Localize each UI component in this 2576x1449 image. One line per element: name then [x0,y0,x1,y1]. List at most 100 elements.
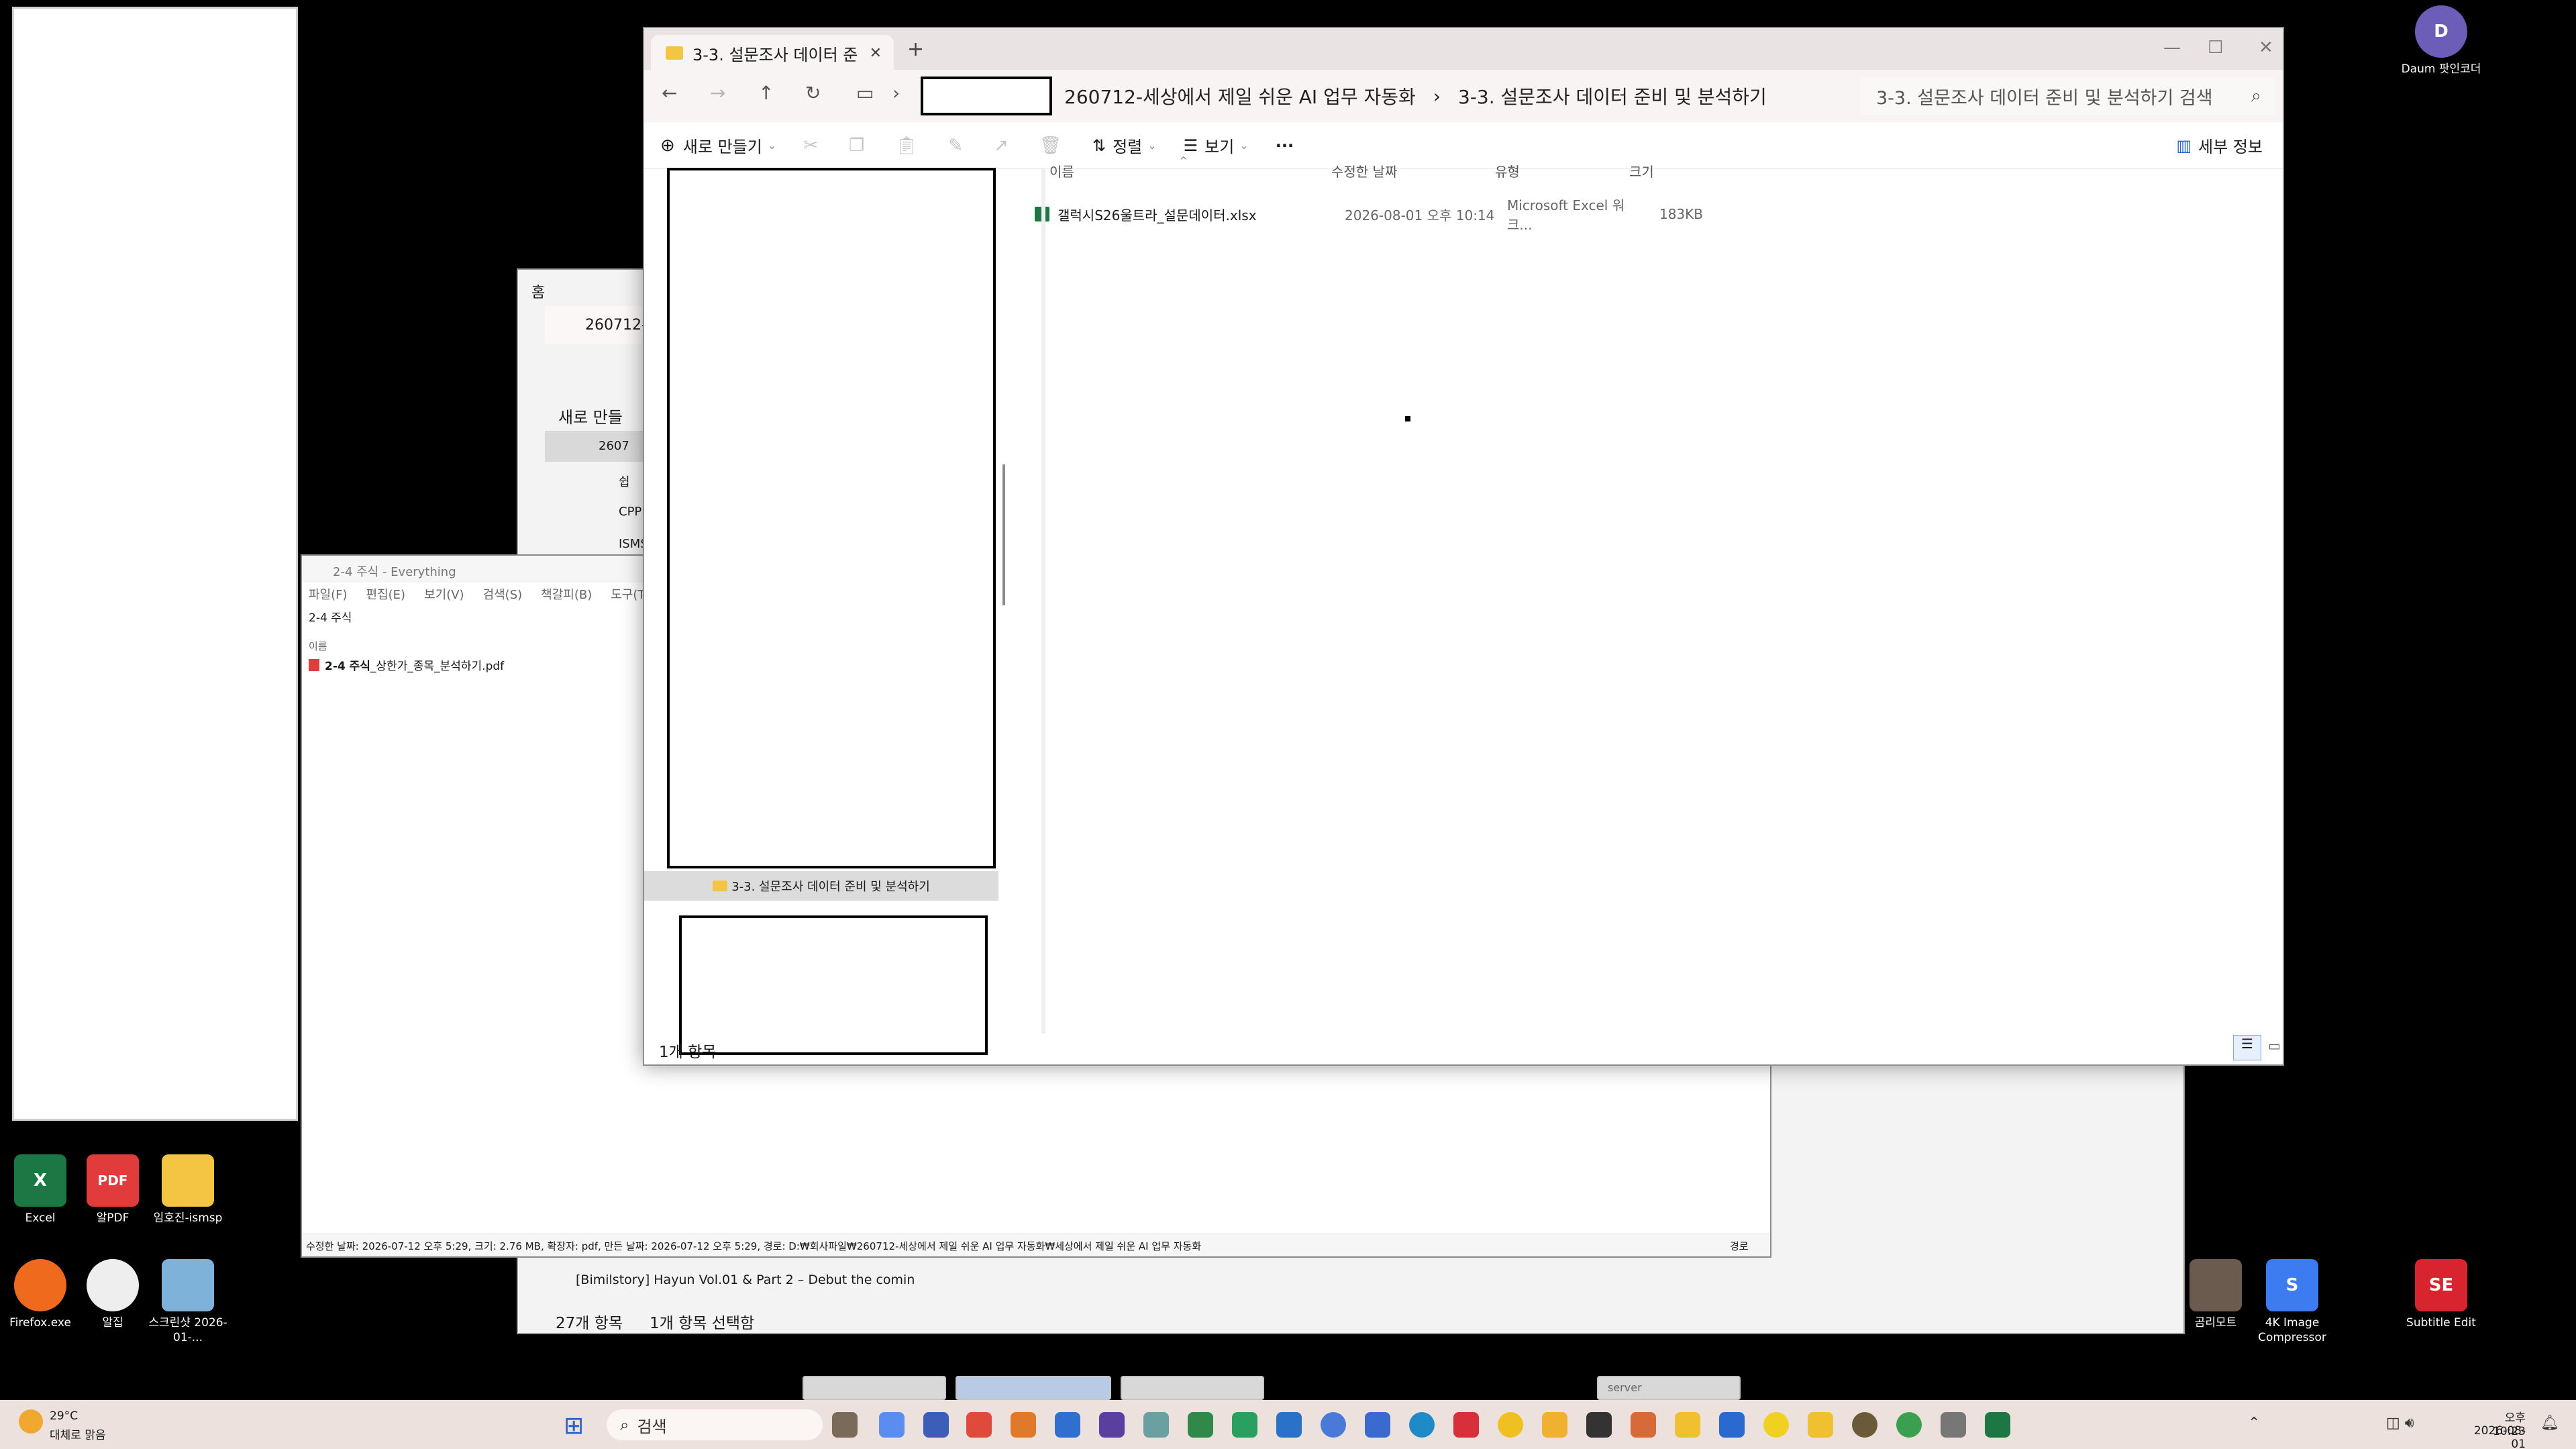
app-icon[interactable] [923,1412,949,1438]
taskbar-search[interactable]: ⌕ 검색 [607,1409,823,1440]
chrome-icon[interactable] [1321,1412,1346,1438]
details-view-toggle[interactable]: ☰ [2233,1035,2261,1060]
menu-search[interactable]: 검색(S) [483,585,523,603]
file-row[interactable]: 갤럭시S26울트라_설문데이터.xlsx 2026-08-01 오후 10:14… [1035,197,1719,233]
desktop-icon-subtitle-edit[interactable]: SE Subtitle Edit [2401,1259,2481,1330]
network-volume-icons[interactable]: ◫ 🔊︎ [2386,1415,2414,1432]
windows-start-icon[interactable]: ⊞ [564,1412,584,1440]
minimize-button[interactable]: — [2163,38,2181,58]
settings-icon[interactable] [1941,1412,1966,1438]
refresh-icon[interactable]: ↻ [805,82,821,104]
breadcrumb[interactable]: 260712-세상에서 제일 쉬운 AI 업무 자동화 › 3-3. 설문조사 … [921,77,1825,115]
rename-icon[interactable]: ✎ [948,136,963,156]
clock-date[interactable]: 2026-08-01 [2469,1424,2526,1449]
tray-chevron-up-icon[interactable]: ⌃ [2248,1415,2260,1432]
menu-edit[interactable]: 편집(E) [366,585,406,603]
app-icon[interactable] [1852,1412,1877,1438]
up-arrow-icon[interactable]: ↑ [758,82,774,104]
breadcrumb-segment[interactable]: 3-3. 설문조사 데이터 준비 및 분석하기 [1458,83,1767,109]
search-input[interactable]: 3-3. 설문조사 데이터 준비 및 분석하기 검색 ⌕ [1860,77,2275,115]
cut-icon[interactable]: ✂ [803,136,818,156]
app-icon[interactable] [1055,1412,1080,1438]
desktop-icon-4k-image-compressor[interactable]: S 4K Image Compressor [2252,1259,2332,1345]
desktop-icon-gomremote[interactable]: 곰리모트 [2175,1259,2256,1330]
taskbar-thumbnail-server[interactable]: server [1597,1376,1741,1400]
new-button[interactable]: ⊕ 새로 만들기 ⌄ [660,134,776,157]
back-list-item[interactable]: [Bimilstory] Hayun Vol.01 & Part 2 – Deb… [576,1272,915,1287]
everything-search-input[interactable]: 2-4 주식 [309,608,644,628]
taskview-icon[interactable] [832,1412,858,1438]
app-icon[interactable] [1453,1412,1479,1438]
excel-icon[interactable] [1985,1412,2010,1438]
breadcrumb-segment[interactable]: 260712-세상에서 제일 쉬운 AI 업무 자동화 [1064,83,1416,109]
weather-temp[interactable]: 29°C [50,1409,78,1423]
app-icon[interactable] [1232,1412,1257,1438]
column-header-type[interactable]: 유형 [1495,161,1520,181]
kakaotalk-icon[interactable] [1763,1412,1789,1438]
app-icon[interactable] [1143,1412,1169,1438]
app-icon[interactable] [1719,1412,1745,1438]
folder-icon[interactable] [1808,1412,1833,1438]
back-arrow-icon[interactable]: ← [662,82,677,104]
desktop-icon-folder-ismsp[interactable]: 임호진-ismsp [148,1154,228,1226]
explorer-tab[interactable]: 3-3. 설문조사 데이터 준 ✕ [651,35,894,71]
close-window-button[interactable]: ✕ [2259,38,2273,58]
chatgpt-icon[interactable] [1586,1412,1612,1438]
close-tab-icon[interactable]: ✕ [870,45,882,62]
app-icon[interactable] [1099,1412,1125,1438]
details-pane-button[interactable]: ▥ 세부 정보 [2176,134,2263,157]
nav-item-selected[interactable]: 3-3. 설문조사 데이터 준비 및 분석하기 [644,871,998,901]
taskbar-thumbnail[interactable] [1121,1376,1264,1400]
menu-view[interactable]: 보기(V) [424,585,464,603]
column-header-name[interactable]: 이름 [1049,161,1074,181]
forward-arrow-icon[interactable]: → [710,82,725,104]
desktop-icon-screenshot[interactable]: 스크린샷 2026-01-... [148,1259,228,1345]
copilot-icon[interactable] [879,1412,905,1438]
computer-icon[interactable]: ▭ [856,82,874,104]
column-header-size[interactable]: 크기 [1629,161,1654,181]
menu-file[interactable]: 파일(F) [309,585,348,603]
new-tab-button[interactable]: + [907,38,924,61]
copy-icon[interactable]: ❐ [849,136,864,156]
app-icon[interactable] [1188,1412,1213,1438]
delete-icon[interactable]: 🗑︎ [1039,136,1062,156]
notification-bell-icon[interactable]: 🔔︎ [2540,1415,2559,1432]
desktop-icon-excel[interactable]: X Excel [0,1154,81,1226]
back-tree-item[interactable]: CPP [619,505,641,519]
app-icon[interactable] [1542,1412,1567,1438]
app-icon[interactable] [1365,1412,1390,1438]
sort-button[interactable]: ⇅ 정렬 ⌄ [1092,134,1157,157]
nav-scrollbar[interactable] [1002,464,1005,605]
everything-result-row[interactable]: 2-4 주식 _상한가_종목_분석하기.pdf [309,656,504,673]
explorer-taskbar-icon[interactable] [1675,1412,1700,1438]
maximize-button[interactable]: ☐ [2208,38,2223,58]
back-tree-item[interactable]: 쉽 [619,472,630,490]
everything-icon[interactable] [1011,1412,1036,1438]
weather-desc[interactable]: 대체로 맑음 [50,1426,106,1442]
desktop-icon-alpdf[interactable]: PDF 알PDF [72,1154,153,1226]
share-icon[interactable]: ↗ [994,136,1009,156]
app-icon[interactable] [1896,1412,1922,1438]
claude-icon[interactable] [1631,1412,1656,1438]
content-scrollbar[interactable] [1041,168,1045,1034]
app-icon[interactable] [966,1412,992,1438]
view-button[interactable]: ☰ 보기 ⌄ [1184,134,1249,157]
column-header-modified[interactable]: 수정한 날짜 [1331,161,1397,181]
more-button[interactable]: ··· [1276,136,1294,155]
thumbnail-view-toggle[interactable]: ▭ [2268,1038,2281,1054]
chevron-right-icon[interactable]: › [892,82,900,104]
menu-bookmarks[interactable]: 책갈피(B) [541,585,592,603]
back-new-button[interactable]: 새로 만들 [558,404,623,428]
everything-col-name[interactable]: 이름 [309,639,327,653]
back-tree-item[interactable]: 2607 [599,439,629,453]
vscode-icon[interactable] [1276,1412,1302,1438]
paste-icon[interactable]: 📋︎ [895,136,917,156]
edge-icon[interactable] [1409,1412,1435,1438]
desktop-icon-alzip[interactable]: 알집 [72,1259,153,1330]
explorer-window[interactable]: 3-3. 설문조사 데이터 준 ✕ + — ☐ ✕ ← → ↑ ↻ ▭ › 26… [643,27,2284,1066]
app-icon[interactable] [1498,1412,1523,1438]
taskbar-thumbnail[interactable] [803,1376,946,1400]
desktop-icon-daum-encoder[interactable]: D Daum 팟인코더 [2401,5,2481,77]
desktop-icon-firefox[interactable]: Firefox.exe [0,1259,81,1330]
taskbar-thumbnail[interactable] [956,1376,1111,1400]
